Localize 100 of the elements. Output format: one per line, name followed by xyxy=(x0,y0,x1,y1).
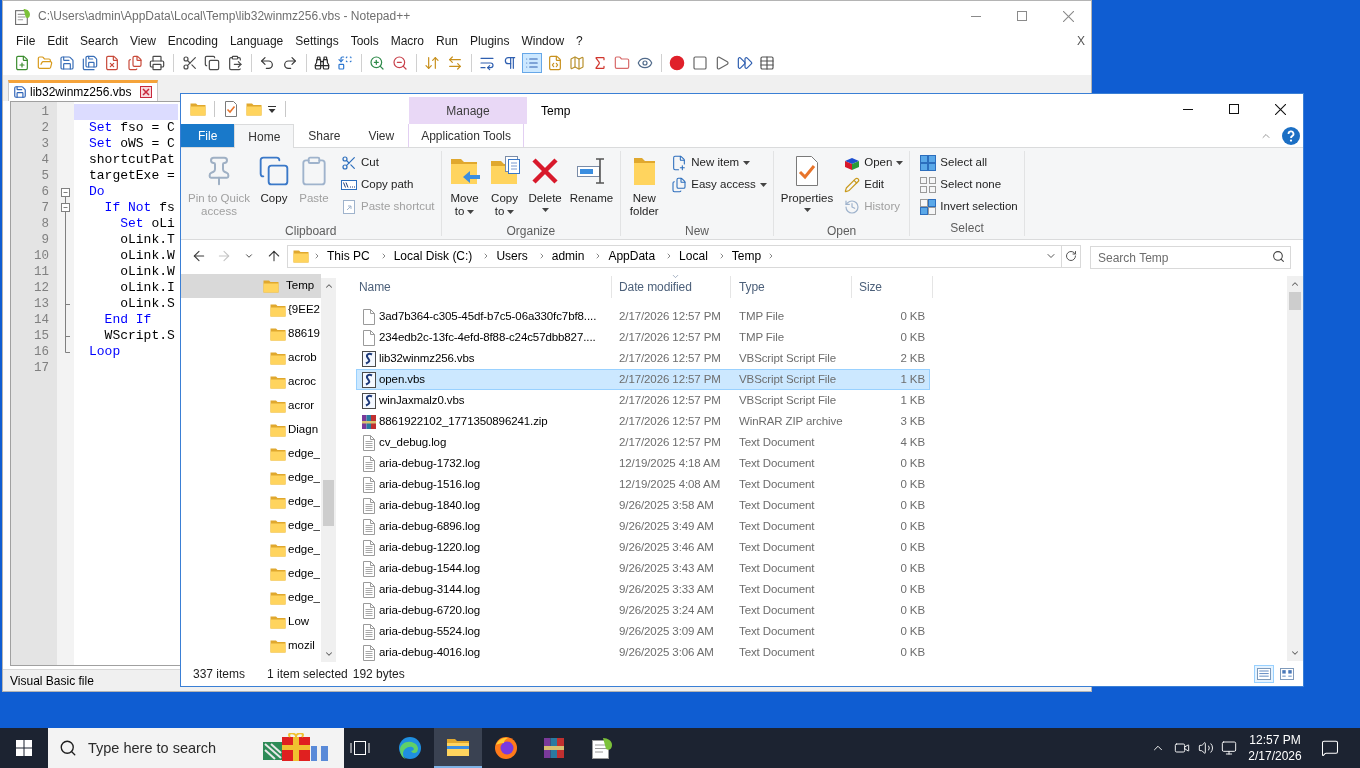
stop-icon[interactable] xyxy=(691,55,708,71)
redo-icon[interactable] xyxy=(281,55,298,71)
breadcrumb[interactable]: Local xyxy=(673,247,714,265)
save-icon[interactable] xyxy=(59,55,76,71)
file-row[interactable]: aria-debug-4016.log 9/26/2025 3:06 AM Text Document 0 KB xyxy=(356,642,930,663)
folder-icon[interactable] xyxy=(614,55,631,71)
file-row[interactable]: aria-debug-6720.log 9/26/2025 3:24 AM Text Document 0 KB xyxy=(356,600,930,621)
taskbar-button[interactable] xyxy=(434,728,482,768)
vertical-arrows-icon[interactable] xyxy=(424,55,441,71)
file-row[interactable]: aria-debug-5524.log 9/26/2025 3:09 AM Text Document 0 KB xyxy=(356,621,930,642)
search-field[interactable]: Search Temp xyxy=(1090,246,1291,269)
copy-button[interactable]: Copy xyxy=(255,151,293,223)
close-document-button[interactable]: X xyxy=(1077,32,1085,50)
cut-button[interactable]: Cut xyxy=(339,152,437,174)
file-row[interactable]: 8861922102_1771350896241.zip 2/17/2026 12:57 PM WinRAR ZIP archive 3 KB xyxy=(356,411,930,432)
file-row[interactable]: 234edb2c-13fc-4efd-8f88-c24c57dbb827.... 2/17/2026 12:57 PM TMP File 0 KB xyxy=(356,327,930,348)
move-to-button[interactable]: Move to xyxy=(445,151,484,223)
tree-item[interactable]: edge_ xyxy=(181,586,321,610)
speaker-icon[interactable] xyxy=(1198,740,1214,756)
file-row[interactable]: aria-debug-6896.log 9/26/2025 3:49 AM Text Document 0 KB xyxy=(356,516,930,537)
map-icon[interactable] xyxy=(569,55,586,71)
ribbon-tab[interactable]: Share xyxy=(294,124,355,147)
notification-icon[interactable] xyxy=(1321,739,1339,757)
menu-item[interactable]: Run xyxy=(430,32,465,50)
cut-icon[interactable] xyxy=(181,55,198,71)
refresh-icon[interactable] xyxy=(1065,250,1077,262)
tree-item[interactable]: acroc xyxy=(181,370,321,394)
table-icon[interactable] xyxy=(759,55,776,71)
zoom-in-icon[interactable] xyxy=(369,55,386,71)
camera-icon[interactable] xyxy=(1174,740,1190,756)
horizontal-arrows-icon[interactable] xyxy=(446,55,463,71)
new-file-icon[interactable] xyxy=(14,55,31,71)
play-icon[interactable] xyxy=(714,55,731,71)
breadcrumb[interactable]: This PC xyxy=(321,247,376,265)
file-row[interactable]: lib32winmz256.vbs 2/17/2026 12:57 PM VBScript Script File 2 KB xyxy=(356,348,930,369)
tree-item[interactable]: edge_ xyxy=(181,442,321,466)
print-icon[interactable] xyxy=(149,55,166,71)
record-icon[interactable] xyxy=(669,55,686,71)
file-row[interactable]: aria-debug-1516.log 12/19/2025 4:08 AM Text Document 0 KB xyxy=(356,474,930,495)
eye-icon[interactable] xyxy=(636,55,653,71)
ribbon-tab[interactable]: File xyxy=(181,124,235,147)
paste-icon[interactable] xyxy=(226,55,243,71)
properties-icon[interactable] xyxy=(223,101,239,117)
scroll-up-icon[interactable] xyxy=(323,281,334,291)
word-wrap-icon[interactable] xyxy=(479,55,496,71)
file-row[interactable]: aria-debug-1220.log 9/26/2025 3:46 AM Text Document 0 KB xyxy=(356,537,930,558)
menu-item[interactable]: File xyxy=(10,32,42,50)
menu-item[interactable]: Encoding xyxy=(161,32,224,50)
copy-path-button[interactable]: Copy path xyxy=(339,174,437,196)
file-row[interactable]: aria-debug-1732.log 12/19/2025 4:18 AM Text Document 0 KB xyxy=(356,453,930,474)
easy-access-button[interactable]: Easy access xyxy=(669,174,769,196)
start-icon[interactable] xyxy=(16,740,32,756)
list-icon[interactable] xyxy=(522,53,543,73)
replace-icon[interactable] xyxy=(336,55,353,71)
clock[interactable]: 12:57 PM 2/17/2026 xyxy=(1240,732,1310,764)
rename-button[interactable]: Rename xyxy=(566,151,617,223)
undo-icon[interactable] xyxy=(259,55,276,71)
tree-item[interactable]: Temp xyxy=(181,274,321,298)
breadcrumb[interactable]: Users xyxy=(490,247,534,265)
file-row[interactable]: cv_debug.log 2/17/2026 12:57 PM Text Document 4 KB xyxy=(356,432,930,453)
tree-item[interactable]: acror xyxy=(181,394,321,418)
menu-item[interactable]: Macro xyxy=(384,32,430,50)
column-header[interactable]: Name xyxy=(356,276,612,298)
tree-item[interactable]: edge_ xyxy=(181,538,321,562)
ribbon-tab[interactable]: Home xyxy=(234,124,295,148)
column-header[interactable]: Type xyxy=(731,276,852,298)
document-tab[interactable]: lib32winmz256.vbs xyxy=(8,80,159,101)
invert-selection-button[interactable]: Invert selection xyxy=(918,196,1020,218)
menu-item[interactable]: Edit xyxy=(41,32,75,50)
breadcrumb[interactable]: Local Disk (C:) xyxy=(387,247,479,265)
maximize-icon[interactable] xyxy=(1229,104,1239,114)
scroll-up-icon[interactable] xyxy=(1290,279,1300,289)
scrollbar-thumb[interactable] xyxy=(323,480,334,526)
fast-forward-icon[interactable] xyxy=(736,55,753,71)
open-button[interactable]: Open xyxy=(842,152,906,174)
help-icon[interactable] xyxy=(1282,126,1300,145)
binoculars-icon[interactable] xyxy=(314,55,331,71)
menu-item[interactable]: Tools xyxy=(344,32,385,50)
copy-icon[interactable] xyxy=(204,55,221,71)
tree-item[interactable]: acrob xyxy=(181,346,321,370)
tree-item[interactable]: Diagn xyxy=(181,418,321,442)
tree-item[interactable]: 88619 xyxy=(181,322,321,346)
tree-item[interactable]: {9EE2 xyxy=(181,298,321,322)
scrollbar[interactable] xyxy=(1287,276,1303,661)
address-bar[interactable]: This PC Local Disk (C:) Users admin AppData Local Temp xyxy=(287,244,1062,268)
chevron-right-icon[interactable] xyxy=(313,252,321,260)
files-icon[interactable] xyxy=(126,55,143,71)
properties-button[interactable]: Properties xyxy=(777,151,837,223)
menu-item[interactable]: ? xyxy=(570,32,589,50)
zoom-out-icon[interactable] xyxy=(391,55,408,71)
menu-item[interactable]: Plugins xyxy=(464,32,516,50)
details-view-icon[interactable] xyxy=(1254,665,1274,683)
customize-dropdown-icon[interactable] xyxy=(268,105,276,113)
scroll-down-icon[interactable] xyxy=(323,649,334,659)
tree-item[interactable]: edge_ xyxy=(181,514,321,538)
fold-marker-icon[interactable] xyxy=(61,200,70,216)
menu-item[interactable]: Settings xyxy=(289,32,345,50)
edit-button[interactable]: Edit xyxy=(842,174,906,196)
close-file-icon[interactable] xyxy=(104,55,121,71)
monitor-icon[interactable] xyxy=(1221,740,1237,756)
